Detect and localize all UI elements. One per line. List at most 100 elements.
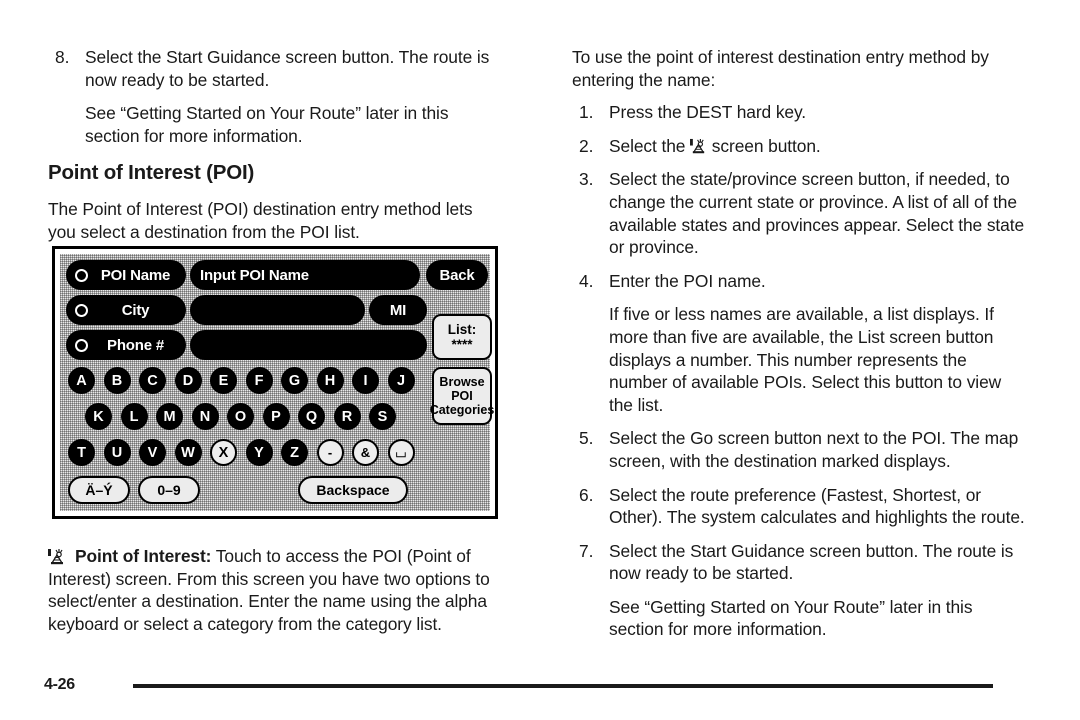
state-button-label: MI	[389, 301, 407, 319]
key-label: G	[288, 372, 301, 389]
browse-poi-categories-button[interactable]: Browse POI Categories	[430, 367, 494, 425]
right-column: To use the point of interest destination…	[572, 46, 1027, 652]
key-0-9[interactable]: 0–9	[138, 476, 200, 504]
city-label: City	[121, 301, 150, 319]
list-item-text-after: screen button.	[707, 135, 821, 156]
key-label: B	[111, 372, 123, 389]
radio-circle-icon	[75, 268, 88, 282]
key-label: O	[234, 408, 247, 425]
key-w[interactable]: W	[174, 439, 202, 466]
key-v[interactable]: V	[139, 439, 166, 466]
key-label: M	[163, 408, 176, 425]
key-label: Backspace	[316, 481, 390, 498]
key-h[interactable]: H	[316, 367, 344, 394]
key-o[interactable]: O	[227, 403, 254, 430]
key-label: X	[218, 444, 229, 461]
step8-note: See “Getting Started on Your Route” late…	[85, 103, 449, 146]
key-label: L	[129, 408, 139, 425]
city-input-field[interactable]	[190, 295, 365, 325]
key-i[interactable]: I	[352, 367, 379, 394]
list-item-number: 5.	[579, 428, 594, 449]
list-button-line2: ****	[451, 337, 473, 352]
key-d[interactable]: D	[174, 367, 202, 394]
key-[interactable]: Ä–Ý	[68, 476, 130, 504]
poi-name-input-field[interactable]: Input POI Name	[190, 260, 420, 290]
list-item: 5. Select the Go screen button next to t…	[572, 427, 1027, 472]
key-[interactable]: &	[352, 439, 379, 466]
key-label: -	[327, 445, 333, 460]
phone-radio-button[interactable]: Phone #	[66, 330, 186, 360]
key-label: U	[111, 444, 123, 461]
list-button-line1: List:	[447, 322, 477, 337]
list-item-text: Select the state/province screen button,…	[609, 169, 1025, 258]
page-number: 4-26	[44, 676, 75, 693]
key-[interactable]: -	[316, 439, 344, 466]
key-c[interactable]: C	[139, 367, 166, 394]
key-s[interactable]: S	[369, 403, 396, 430]
key-backspace[interactable]: Backspace	[298, 476, 408, 504]
list-item: 4. Enter the POI name.	[572, 270, 1027, 293]
key-label: F	[254, 372, 264, 389]
nav-screen-figure: POI Name Input POI Name Back City MI Pho…	[52, 246, 498, 519]
list-item: 3. Select the state/province screen butt…	[572, 168, 1027, 258]
key-n[interactable]: N	[191, 403, 219, 430]
poi-name-label: POI Name	[100, 266, 171, 284]
key-l[interactable]: L	[120, 403, 148, 430]
right-intro: To use the point of interest destination…	[572, 47, 989, 90]
poi-name-input-value: Input POI Name	[200, 266, 309, 284]
list-item-text: Select the Start Guidance screen button.…	[85, 47, 490, 90]
key-t[interactable]: T	[68, 439, 95, 466]
left-column: 8. Select the Start Guidance screen butt…	[48, 46, 503, 254]
key-label: Ä–Ý	[85, 481, 113, 498]
key-label: A	[76, 372, 87, 389]
key-j[interactable]: J	[387, 367, 415, 394]
list-item-text: Enter the POI name.	[609, 270, 766, 291]
browse-line2: POI	[451, 389, 473, 403]
key-label: K	[93, 408, 104, 425]
list-item-number: 2.	[579, 135, 594, 156]
list-item-text-before: Select the	[609, 135, 691, 156]
list-item-text: Select the Go screen button next to the …	[609, 428, 1019, 471]
list-item-text: Select the Start Guidance screen button.…	[609, 540, 1014, 584]
footer-divider	[133, 684, 993, 688]
key-b[interactable]: B	[103, 367, 131, 394]
list-button[interactable]: List: ****	[432, 314, 492, 360]
key-[interactable]: ⌴	[387, 439, 415, 466]
key-g[interactable]: G	[281, 367, 308, 394]
key-r[interactable]: R	[333, 403, 361, 430]
section-heading: Point of Interest (POI)	[48, 161, 255, 185]
key-x[interactable]: X	[210, 439, 237, 466]
browse-line1: Browse	[439, 375, 485, 389]
key-e[interactable]: E	[210, 367, 237, 394]
radio-circle-icon	[75, 303, 88, 317]
key-y[interactable]: Y	[245, 439, 273, 466]
back-button[interactable]: Back	[426, 260, 488, 290]
key-z[interactable]: Z	[281, 439, 308, 466]
city-radio-button[interactable]: City	[66, 295, 186, 325]
state-button[interactable]: MI	[369, 295, 427, 325]
key-label: N	[199, 408, 211, 425]
list-item-number: 7.	[579, 540, 594, 561]
list-item: 2. Select the screen button.	[572, 135, 1027, 158]
key-label: Z	[290, 444, 299, 461]
key-u[interactable]: U	[103, 439, 131, 466]
key-label: I	[363, 372, 368, 389]
key-label: W	[181, 444, 195, 461]
step4-note: If five or less names are available, a l…	[609, 304, 1002, 415]
key-f[interactable]: F	[245, 367, 273, 394]
key-q[interactable]: Q	[298, 403, 325, 430]
poi-name-radio-button[interactable]: POI Name	[66, 260, 186, 290]
key-label: H	[324, 372, 336, 389]
key-k[interactable]: K	[85, 403, 112, 430]
list-item: 6. Select the route preference (Fastest,…	[572, 484, 1027, 529]
key-m[interactable]: M	[156, 403, 183, 430]
key-label: C	[147, 372, 158, 389]
intro-paragraph: The Point of Interest (POI) destination …	[48, 199, 473, 242]
key-p[interactable]: P	[262, 403, 290, 430]
key-a[interactable]: A	[68, 367, 95, 394]
list-item: 7. Select the Start Guidance screen butt…	[572, 540, 1027, 585]
poi-icon	[48, 548, 66, 565]
list-item-text: Select the route preference (Fastest, Sh…	[609, 484, 1025, 528]
step7-note: See “Getting Started on Your Route” late…	[609, 596, 973, 640]
phone-input-field[interactable]	[190, 330, 427, 360]
